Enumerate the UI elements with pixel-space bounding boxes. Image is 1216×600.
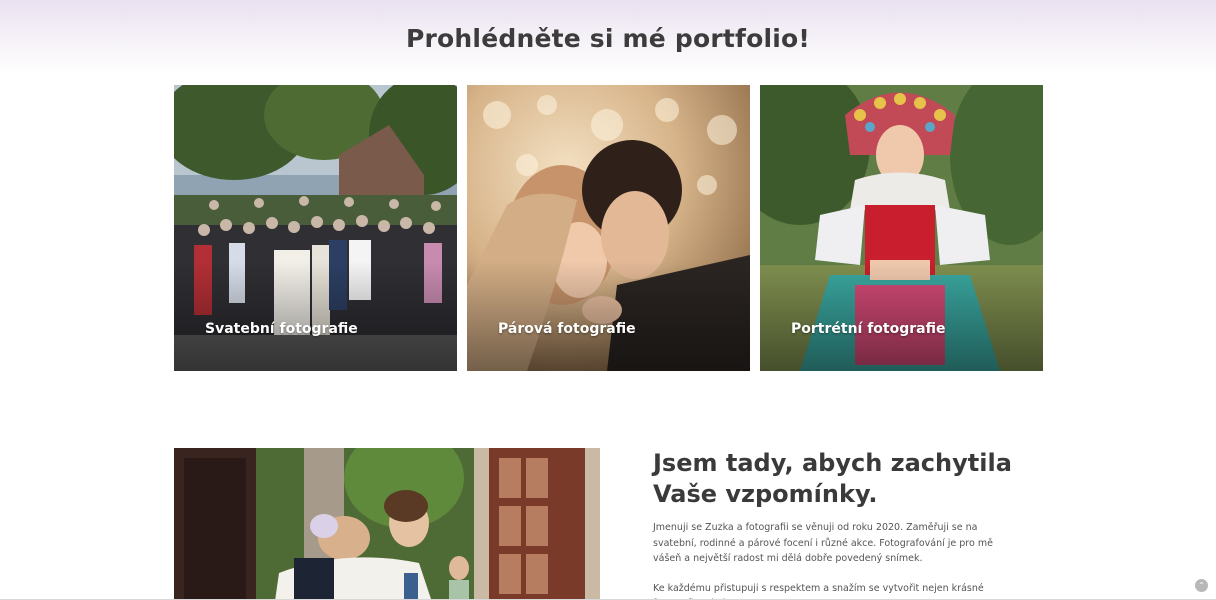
portfolio-card-couple[interactable]: Párová fotografie [467, 85, 750, 371]
about-heading-line-2: Vaše vzpomínky. [653, 480, 878, 508]
chevron-up-icon: ⌃ [1198, 581, 1205, 590]
about-heading-line-1: Jsem tady, abych zachytila [653, 449, 1012, 477]
scroll-top-button[interactable]: ⌃ [1195, 579, 1208, 592]
card-label-couple[interactable]: Párová fotografie [498, 321, 636, 337]
card-label-portrait[interactable]: Portrétní fotografie [791, 321, 945, 337]
about-paragraph-2: Ke každému přistupuji s respektem a snaž… [653, 582, 984, 600]
wedding-couple-image [174, 448, 600, 600]
portfolio-card-portrait[interactable]: Portrétní fotografie [760, 85, 1043, 371]
about-paragraph-1: Jmenuji se Zuzka a fotografii se věnuji … [653, 522, 993, 564]
about-text: Jmenuji se Zuzka a fotografii se věnuji … [653, 520, 1018, 600]
portfolio-card-wedding[interactable]: Svatební fotografie [174, 85, 457, 371]
card-label-wedding[interactable]: Svatební fotografie [205, 321, 358, 337]
about-heading: Jsem tady, abych zachytila Vaše vzpomínk… [653, 448, 1033, 510]
card-overlay [174, 261, 457, 371]
card-overlay [467, 261, 750, 371]
about-photo [174, 448, 600, 600]
portfolio-title: Prohlédněte si mé portfolio! [406, 24, 810, 53]
page: Prohlédněte si mé portfolio! Svatební fo… [0, 0, 1216, 600]
card-overlay [760, 261, 1043, 371]
